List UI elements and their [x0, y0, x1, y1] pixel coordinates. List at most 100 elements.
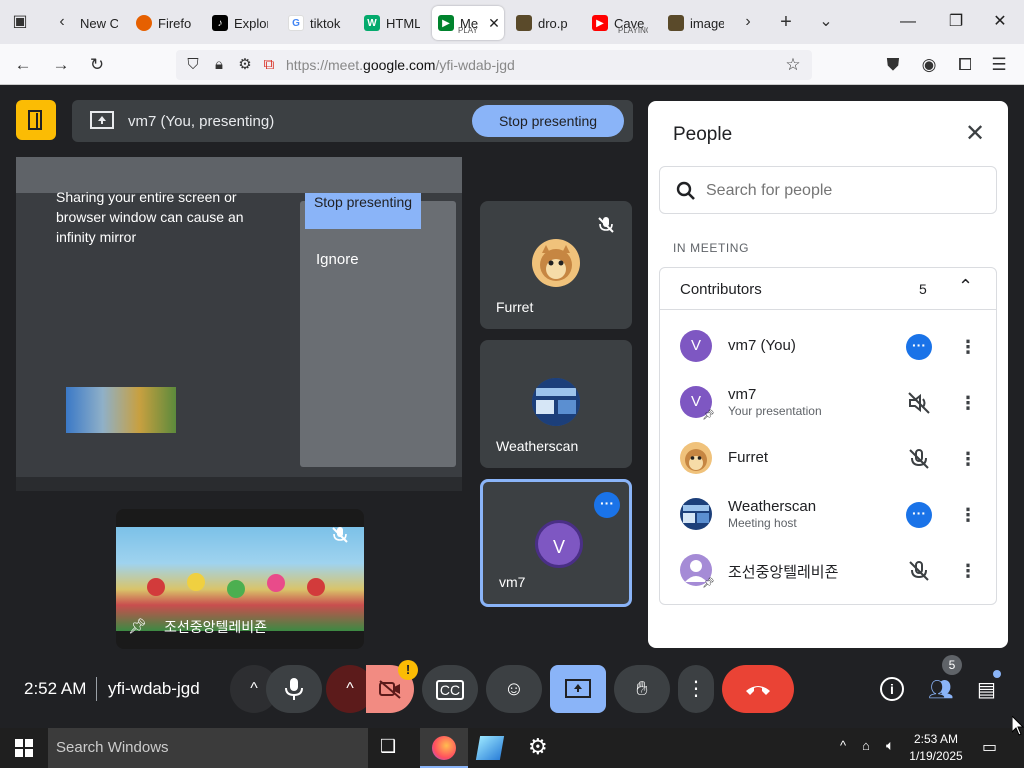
- chevron-up-icon[interactable]: ⌃: [958, 276, 973, 297]
- raise-hand-button[interactable]: ✋︎: [614, 665, 670, 713]
- chat-notification-dot: [993, 670, 1001, 678]
- infinity-mirror-warning: Sharing your entire screen or browser wi…: [56, 189, 244, 245]
- lock-icon[interactable]: 🔒︎: [208, 54, 230, 76]
- participant-tile-weatherscan[interactable]: Weatherscan: [480, 340, 632, 468]
- panel-title: People: [673, 124, 733, 145]
- search-input[interactable]: [706, 180, 986, 202]
- tray-chevron-icon[interactable]: ^: [840, 738, 846, 753]
- participant-row[interactable]: V 📌︎ vm7 Your presentation ⋮: [660, 374, 996, 430]
- url-text[interactable]: https://meet.google.com/yfi-wdab-jgd: [286, 57, 515, 73]
- presenting-banner: vm7 (You, presenting) Stop presenting: [72, 100, 633, 142]
- new-tab-icon[interactable]: +: [776, 12, 796, 32]
- back-icon[interactable]: ←: [12, 54, 34, 76]
- leave-call-button[interactable]: [722, 665, 794, 713]
- meet-activities-button[interactable]: [16, 100, 56, 140]
- address-bar[interactable]: ⛉ 🔒︎ ⚙ ⧉ https://meet.google.com/yfi-wda…: [176, 50, 812, 80]
- tab-explore[interactable]: ♪ Explor: [212, 6, 268, 40]
- pin-icon[interactable]: 📌︎: [128, 617, 147, 635]
- browser-nav-bar: ← → ↻ ⛉ 🔒︎ ⚙ ⧉ https://meet.google.com/y…: [0, 44, 1024, 85]
- mic-off-icon[interactable]: [906, 446, 932, 472]
- more-vertical-icon[interactable]: ⋮: [958, 502, 978, 528]
- close-window-icon[interactable]: ✕: [988, 10, 1012, 34]
- tab-meet[interactable]: ▶ Me PLAY ✕: [432, 6, 504, 40]
- close-tab-icon[interactable]: ✕: [488, 15, 500, 32]
- pocket-icon[interactable]: ⛊: [882, 54, 904, 76]
- more-icon[interactable]: ···: [906, 334, 932, 360]
- tab-tiktok[interactable]: G tiktok: [288, 6, 344, 40]
- emoji-icon: ☺: [503, 678, 525, 700]
- tab-image[interactable]: image: [668, 6, 724, 40]
- windows-start-icon[interactable]: [15, 739, 33, 757]
- tab-html[interactable]: W HTML: [364, 6, 420, 40]
- people-icon[interactable]: 👥︎: [928, 677, 954, 701]
- more-vertical-icon[interactable]: ⋮: [958, 446, 978, 472]
- more-options-button[interactable]: ⋮: [678, 665, 714, 713]
- tab-scroll-left-icon[interactable]: ‹: [52, 12, 72, 32]
- mirror-people-panel: [300, 201, 456, 467]
- tab-new[interactable]: New C: [80, 6, 118, 40]
- microphone-button[interactable]: [266, 665, 322, 713]
- close-panel-icon[interactable]: ✕: [962, 121, 988, 147]
- tab-cave[interactable]: ▶ Cave PLAYING: [592, 6, 648, 40]
- vm7-avatar: V: [535, 520, 583, 568]
- notification-icon[interactable]: ▭: [982, 737, 997, 757]
- task-view-icon[interactable]: ❑: [380, 736, 396, 757]
- network-icon[interactable]: ⌂: [862, 738, 870, 753]
- tab-label: HTML: [386, 15, 420, 31]
- present-now-button[interactable]: [550, 665, 606, 713]
- account-icon[interactable]: ◉: [918, 54, 940, 76]
- mic-off-icon[interactable]: [906, 558, 932, 584]
- contributors-header[interactable]: Contributors 5 ⌃: [660, 268, 996, 310]
- settings-gear-icon[interactable]: ⚙: [528, 734, 548, 760]
- more-icon[interactable]: ···: [906, 502, 932, 528]
- reload-icon[interactable]: ↻: [86, 54, 108, 76]
- captions-button[interactable]: CC: [422, 665, 478, 713]
- menu-icon[interactable]: ☰: [988, 54, 1010, 76]
- tab-label: tiktok: [310, 15, 341, 31]
- speaking-indicator-icon: ···: [594, 492, 620, 518]
- participant-tile-tv[interactable]: 📌︎ 조선중앙텔레비죤: [116, 509, 364, 649]
- forward-icon[interactable]: →: [50, 54, 72, 76]
- bookmark-star-icon[interactable]: ☆: [782, 54, 804, 76]
- pin-icon: 📌︎: [702, 578, 715, 589]
- participant-row[interactable]: Weatherscan Meeting host ··· ⋮: [660, 486, 996, 542]
- participant-row[interactable]: 📌︎ 조선중앙텔레비죤 ⋮: [660, 542, 996, 598]
- windows-search-box[interactable]: Search Windows: [48, 728, 368, 768]
- taskbar-firefox[interactable]: [420, 728, 468, 768]
- avatar: [680, 498, 712, 530]
- tab-firefox[interactable]: Firefo: [136, 6, 192, 40]
- warning-stop-presenting-button[interactable]: Stop presenting: [305, 193, 421, 229]
- participant-tile-furret[interactable]: Furret: [480, 201, 632, 329]
- minimize-icon[interactable]: —: [896, 10, 920, 34]
- warning-ignore-button[interactable]: Ignore: [316, 251, 359, 268]
- screen-share-indicator-icon[interactable]: ⧉: [258, 54, 280, 76]
- maximize-icon[interactable]: ❐: [944, 10, 968, 34]
- more-vertical-icon[interactable]: ⋮: [958, 558, 978, 584]
- tab-dro[interactable]: dro.p: [516, 6, 572, 40]
- stop-presenting-button[interactable]: Stop presenting: [472, 105, 624, 137]
- participant-row[interactable]: V vm7 (You) ··· ⋮: [660, 318, 996, 374]
- participant-tile-vm7[interactable]: ··· V vm7: [480, 479, 632, 607]
- firefox-icon: [432, 736, 456, 760]
- furret-icon: [685, 449, 707, 471]
- more-vertical-icon[interactable]: ⋮: [958, 390, 978, 416]
- tab-label: Explor: [234, 15, 268, 31]
- presentation-muted-icon[interactable]: [906, 390, 932, 416]
- reactions-button[interactable]: ☺: [486, 665, 542, 713]
- more-vertical-icon[interactable]: ⋮: [958, 334, 978, 360]
- participant-row[interactable]: Furret ⋮: [660, 430, 996, 486]
- tab-scroll-right-icon[interactable]: ›: [738, 12, 758, 32]
- system-clock[interactable]: 2:53 AM 1/19/2025: [906, 731, 966, 765]
- list-tabs-chevron-icon[interactable]: ⌄: [816, 12, 836, 32]
- people-search[interactable]: [659, 166, 997, 214]
- taskbar-app-icon[interactable]: [475, 736, 505, 760]
- permissions-icon[interactable]: ⚙: [234, 54, 256, 76]
- tracking-protection-icon[interactable]: ⛉: [182, 54, 204, 76]
- extensions-icon[interactable]: ⧠: [954, 54, 976, 76]
- meeting-details-icon[interactable]: i: [880, 677, 904, 701]
- weatherscan-avatar: [532, 378, 580, 426]
- chat-icon[interactable]: ▤: [977, 677, 1001, 701]
- volume-icon[interactable]: 🔈︎: [886, 737, 894, 754]
- captions-icon: CC: [435, 680, 465, 700]
- tab-overview-icon[interactable]: ▣: [10, 12, 30, 32]
